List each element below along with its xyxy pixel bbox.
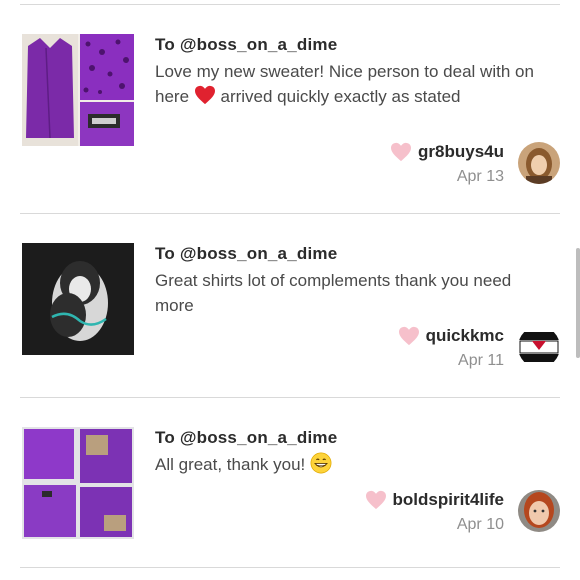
heart-icon[interactable] [398,326,420,346]
author-username[interactable]: quickkmc [426,326,504,346]
review-message: All great, thank you! [155,452,540,477]
avatar[interactable] [518,142,560,184]
review-date: Apr 13 [456,168,504,185]
heart-icon[interactable] [390,142,412,162]
review-content: To @boss_on_a_dime Great shirts lot of c… [155,244,540,318]
review-recipient[interactable]: To @boss_on_a_dime [155,428,540,448]
author-username[interactable]: gr8buys4u [418,142,504,162]
divider-top [20,4,560,5]
review-recipient[interactable]: To @boss_on_a_dime [155,35,540,55]
review-message: Great shirts lot of complements thank yo… [155,271,512,315]
author-username[interactable]: boldspirit4life [393,490,504,510]
listing-thumbnail-shirt[interactable] [22,243,134,355]
red-heart-icon [194,85,215,105]
review-author: boldspirit4life Apr 10 [365,490,504,534]
divider [20,213,560,214]
review-recipient[interactable]: To @boss_on_a_dime [155,244,540,264]
review-content: To @boss_on_a_dime Love my new sweater! … [155,35,540,109]
divider [20,397,560,398]
avatar[interactable] [518,326,560,368]
avatar[interactable] [518,490,560,532]
listing-thumbnail-sweater[interactable] [22,34,134,146]
review-date: Apr 11 [458,352,504,369]
review-date: Apr 10 [456,516,504,533]
review-author: gr8buys4u Apr 13 [390,142,504,186]
review-author: quickkmc Apr 11 [398,326,504,370]
divider-bottom [20,567,560,568]
review-message-text: All great, thank you! [155,455,306,474]
listing-thumbnail-wallet[interactable] [22,427,134,539]
grinning-face-icon [310,452,332,474]
review-content: To @boss_on_a_dime All great, thank you! [155,428,540,477]
review-message-text-2: arrived quickly exactly as stated [220,87,461,106]
review-message: Love my new sweater! Nice person to deal… [155,59,540,109]
scrollbar[interactable] [576,248,580,358]
heart-icon[interactable] [365,490,387,510]
